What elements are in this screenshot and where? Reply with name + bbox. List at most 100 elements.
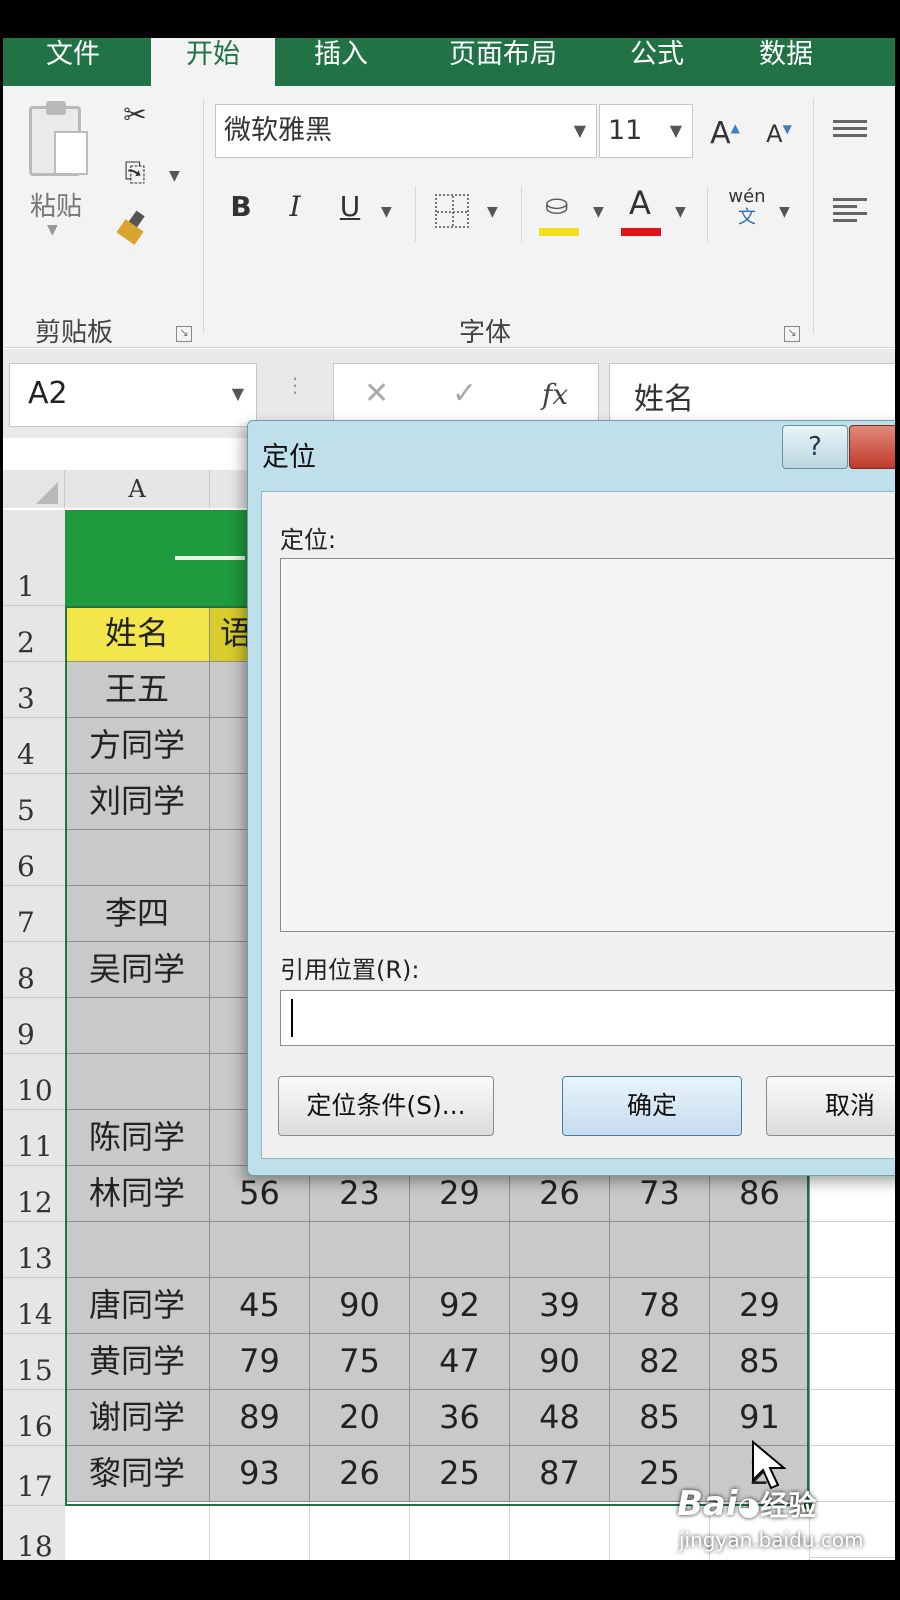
row-header-6[interactable]: 6 [3,830,65,886]
select-all-corner[interactable] [3,470,65,508]
close-button[interactable] [849,425,895,469]
row-header-15[interactable]: 15 [3,1334,65,1390]
row-header-18[interactable]: 18 [3,1506,65,1560]
fill-color-button[interactable]: ⛀ [539,186,581,236]
reference-input[interactable] [280,990,895,1046]
goto-label: 定位: [280,526,337,554]
font-size-select[interactable]: 11 ▼ [599,104,693,158]
row-header-4[interactable]: 4 [3,718,65,774]
grow-font-button[interactable]: A▲ [705,116,745,151]
format-painter-icon[interactable] [116,210,153,245]
chevron-down-icon: ▼ [573,121,586,140]
empty-cell[interactable] [810,1222,895,1278]
tab-home[interactable]: 开始 [151,38,275,86]
empty-cell[interactable] [810,1334,895,1390]
row-header-2[interactable]: 2 [3,606,65,662]
row-header-8[interactable]: 8 [3,942,65,998]
copy-icon[interactable]: ⎘ [115,158,155,189]
clipboard-launcher-icon[interactable]: ↘ [176,326,192,342]
column-header-a[interactable]: A [65,470,210,508]
row-header-14[interactable]: 14 [3,1278,65,1334]
paste-button[interactable]: 粘贴 ▼ [25,101,97,238]
tab-formulas[interactable]: 公式 [603,38,711,86]
tab-file[interactable]: 文件 [3,38,143,86]
text-caret [291,999,293,1037]
row-header-1[interactable]: 1 [3,510,65,606]
paste-label: 粘贴 [29,192,82,222]
row-header-16[interactable]: 16 [3,1390,65,1446]
cancel-button[interactable]: 取消 [766,1076,895,1136]
insert-function-icon[interactable]: fx [542,378,568,411]
grow-font-label: A [710,116,731,151]
empty-cell[interactable] [810,1446,895,1502]
name-box[interactable]: A2 ▼ [9,363,257,427]
shrink-font-label: A [766,120,783,148]
font-color-letter: A [629,184,651,222]
empty-cell[interactable] [210,1506,310,1560]
copy-dropdown-icon[interactable]: ▼ [169,168,180,184]
font-name-select[interactable]: 微软雅黑 ▼ [215,104,597,158]
paste-dropdown-icon[interactable]: ▼ [47,222,58,238]
shrink-font-button[interactable]: A▼ [759,120,799,148]
borders-icon[interactable] [435,194,469,228]
scissors-icon[interactable]: ✂ [115,98,155,131]
row-header-3[interactable]: 3 [3,662,65,718]
formula-input[interactable]: 姓名 [609,363,895,427]
phonetic-guide-button[interactable]: wén 文 [725,186,769,236]
column-header-b[interactable] [210,470,250,508]
borders-dropdown-icon[interactable]: ▼ [487,204,498,220]
empty-cell[interactable] [810,1278,895,1334]
font-launcher-icon[interactable]: ↘ [784,326,800,342]
empty-cell[interactable] [310,1506,410,1560]
row-header-7[interactable]: 7 [3,886,65,942]
row-header-5[interactable]: 5 [3,774,65,830]
clipboard-group-label: 剪贴板 [35,318,114,348]
font-color-button[interactable]: A [621,184,663,236]
goto-dialog: 定位 ? 定位: 引用位置(R): 定位条件(S)... 确定 取消 [247,420,895,1176]
font-size-value: 11 [608,115,643,146]
goto-special-button[interactable]: 定位条件(S)... [278,1076,494,1136]
bold-button[interactable]: B [225,190,257,223]
formula-content: 姓名 [634,382,694,417]
ribbon-home: 粘贴 ▼ ✂ ⎘ ▼ 剪贴板 ↘ 微软雅黑 ▼ 11 ▼ A▲ A▼ B I U… [3,86,895,348]
title-row-cell[interactable] [65,510,255,606]
help-button[interactable]: ? [782,425,848,469]
separator [521,186,522,242]
watermark-brand: Bai [677,1484,738,1524]
empty-cell[interactable] [65,1506,210,1560]
row-header-13[interactable]: 13 [3,1222,65,1278]
italic-button[interactable]: I [279,190,311,223]
row-header-10[interactable]: 10 [3,1054,65,1110]
tab-insert[interactable]: 插入 [281,38,401,86]
font-color-dropdown-icon[interactable]: ▼ [675,204,686,220]
row-header-17[interactable]: 17 [3,1446,65,1506]
underline-dropdown-icon[interactable]: ▼ [381,204,392,220]
empty-cell[interactable] [810,1390,895,1446]
font-group-label: 字体 [459,318,512,348]
align-left-icon[interactable] [833,194,867,226]
underline-button[interactable]: U [333,190,367,223]
ok-button[interactable]: 确定 [562,1076,742,1136]
align-top-icon[interactable] [833,116,867,141]
tab-page-layout[interactable]: 页面布局 [423,38,583,86]
separator [415,186,416,242]
tab-data[interactable]: 数据 [731,38,841,86]
excel-window: 文件 开始 插入 页面布局 公式 数据 粘贴 ▼ ✂ ⎘ ▼ 剪贴板 ↘ 微软雅… [3,38,895,1560]
cancel-icon[interactable]: ✕ [364,376,389,411]
empty-cell[interactable] [410,1506,510,1560]
row-header-9[interactable]: 9 [3,998,65,1054]
font-color-swatch [621,228,661,236]
row-header-12[interactable]: 12 [3,1166,65,1222]
baidu-logo: Bai◕经验 [677,1484,817,1524]
goto-list[interactable] [280,558,895,932]
splitter-icon[interactable]: ⋮ [285,373,305,397]
row-header-11[interactable]: 11 [3,1110,65,1166]
fill-color-dropdown-icon[interactable]: ▼ [593,204,604,220]
ribbon-tab-bar: 文件 开始 插入 页面布局 公式 数据 [3,38,895,86]
enter-icon[interactable]: ✓ [452,376,477,411]
name-box-value: A2 [28,376,68,411]
separator [203,98,204,334]
phonetic-dropdown-icon[interactable]: ▼ [779,204,790,220]
empty-cell[interactable] [510,1506,610,1560]
phonetic-sub-label: 文 [738,207,756,228]
